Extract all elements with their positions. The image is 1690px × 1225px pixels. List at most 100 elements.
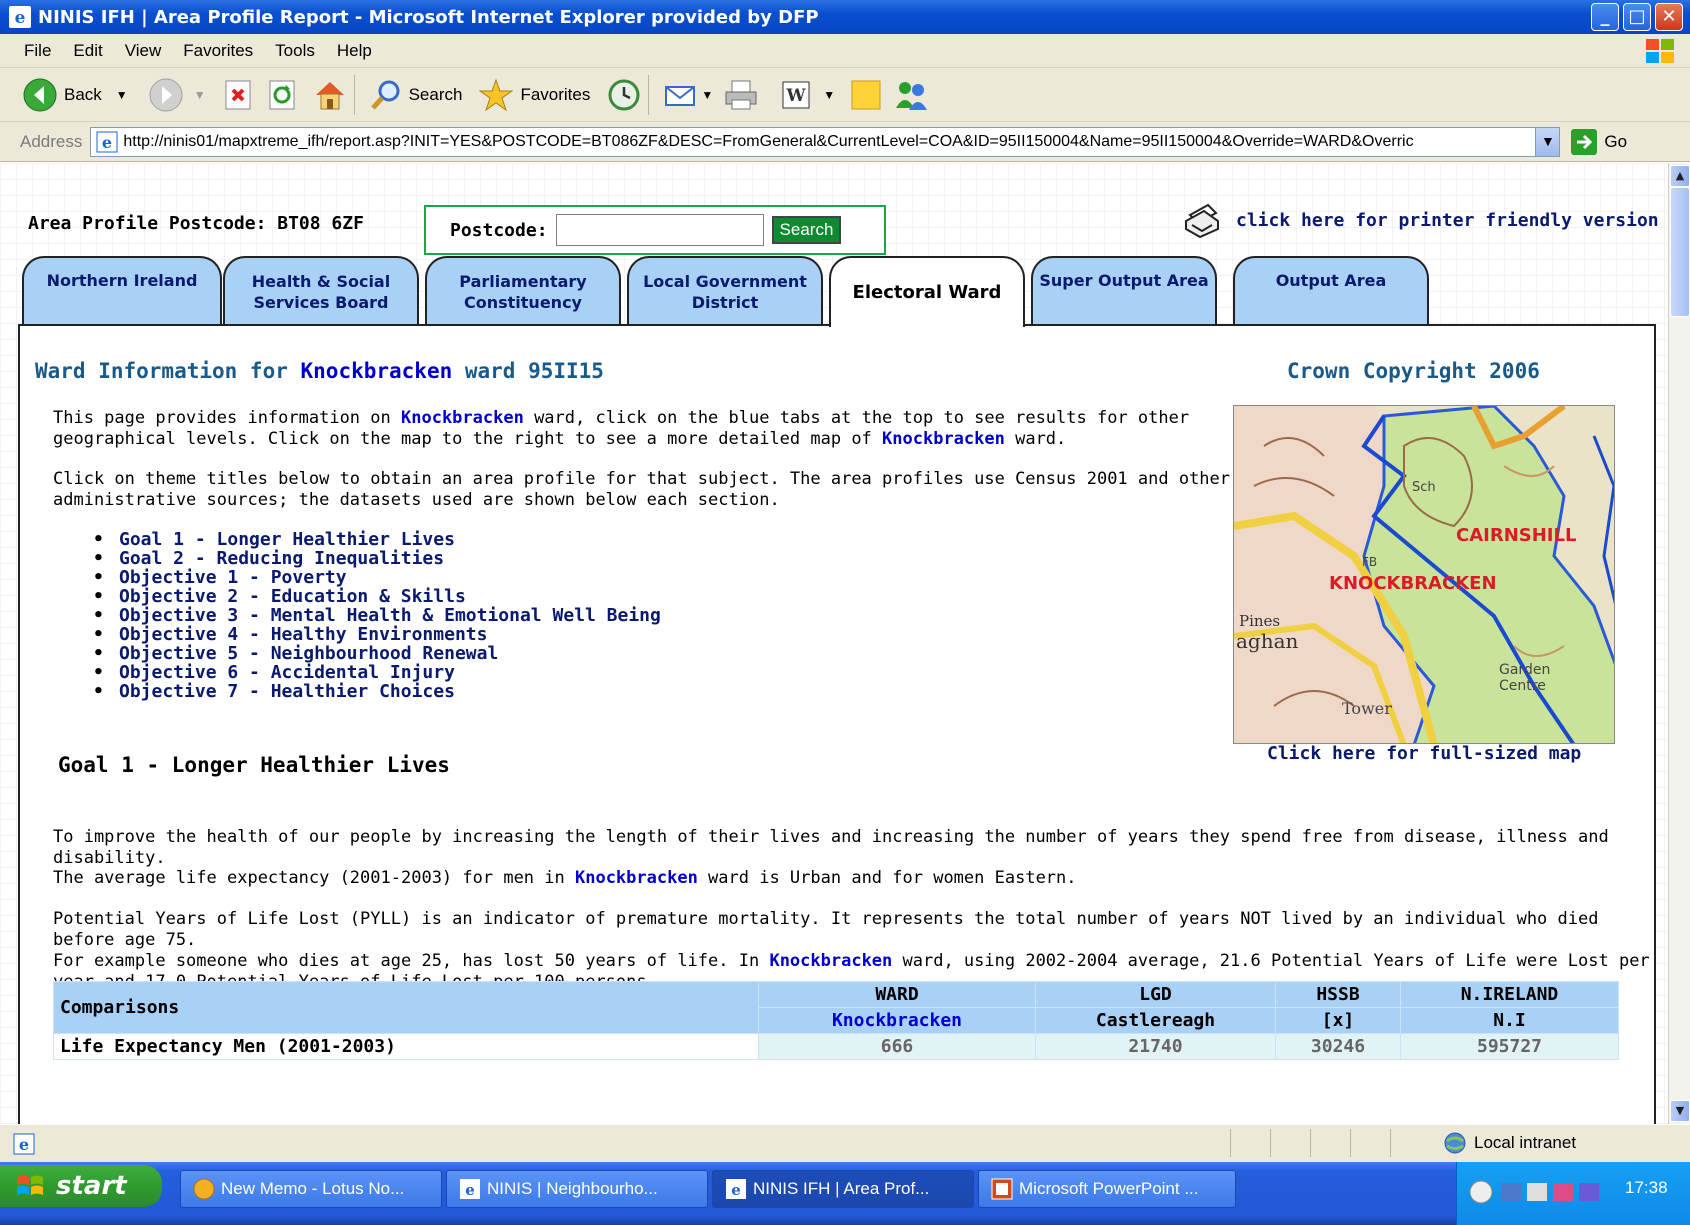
display-icon xyxy=(1527,1183,1547,1201)
close-button[interactable]: ✕ xyxy=(1655,3,1683,31)
theme-link-goal-2[interactable]: Goal 2 - Reducing Inequalities xyxy=(93,549,661,568)
ward-name-highlight: Knockbracken xyxy=(574,868,698,888)
tab-health-social-services-board[interactable]: Health & Social Services Board xyxy=(223,256,419,325)
taskbar: start New Memo - Lotus No... e NINIS | N… xyxy=(0,1162,1690,1225)
svg-text:e: e xyxy=(731,1181,741,1199)
tab-parliamentary-constituency[interactable]: Parliamentary Constituency xyxy=(425,256,621,325)
go-arrow-icon xyxy=(1571,128,1598,155)
minimize-button[interactable]: _ xyxy=(1591,3,1619,31)
start-button[interactable]: start xyxy=(0,1165,162,1207)
comparisons-header: Comparisons xyxy=(53,981,759,1034)
scroll-up-arrow-icon[interactable]: ▲ xyxy=(1670,165,1690,187)
printer-icon xyxy=(725,80,757,109)
printer-icon xyxy=(1185,203,1219,239)
theme-link-objective-6[interactable]: Objective 6 - Accidental Injury xyxy=(93,663,661,682)
col-header-ward: WARD xyxy=(758,981,1036,1008)
tab-local-government-district[interactable]: Local Government District xyxy=(627,256,823,325)
taskbar-item-powerpoint[interactable]: Microsoft PowerPoint ... xyxy=(978,1170,1236,1208)
col-header-hssb: HSSB xyxy=(1275,981,1401,1008)
mail-dropdown-icon[interactable]: ▼ xyxy=(701,88,713,102)
internet-explorer-icon: e xyxy=(460,1179,480,1199)
theme-link-goal-1[interactable]: Goal 1 - Longer Healthier Lives xyxy=(93,530,661,549)
tab-label: Output Area xyxy=(1275,271,1387,290)
theme-link-objective-2[interactable]: Objective 2 - Education & Skills xyxy=(93,587,661,606)
col-header-lgd: LGD xyxy=(1035,981,1276,1008)
scroll-down-arrow-icon[interactable]: ▼ xyxy=(1670,1100,1690,1122)
lotus-notes-icon xyxy=(193,1178,215,1200)
ward-map-image: CAIRNSHILL KNOCKBRACKEN Pines aghan Gard… xyxy=(1234,406,1614,743)
go-button[interactable]: Go xyxy=(1570,128,1627,156)
postcode-input[interactable] xyxy=(555,214,764,246)
page-status-icon: e xyxy=(13,1133,35,1154)
back-button[interactable]: Back ▼ xyxy=(22,77,128,113)
edit-dropdown-icon[interactable]: ▼ xyxy=(823,88,835,102)
tab-label: Parliamentary xyxy=(459,271,587,291)
menu-help[interactable]: Help xyxy=(326,41,383,61)
stop-button[interactable] xyxy=(224,79,254,111)
taskbar-item-ninis-ifh[interactable]: e NINIS IFH | Area Prof... xyxy=(712,1170,974,1208)
status-cell xyxy=(1270,1129,1310,1157)
map-label-garden: Garden xyxy=(1499,662,1550,678)
forward-dropdown-icon[interactable]: ▼ xyxy=(194,88,206,102)
tab-electoral-ward[interactable]: Electoral Ward xyxy=(829,256,1025,327)
address-field[interactable]: e http://ninis01/mapxtreme_ifh/report.as… xyxy=(90,126,1561,157)
paint-icon xyxy=(1553,1183,1573,1201)
theme-link-objective-5[interactable]: Objective 5 - Neighbourhood Renewal xyxy=(93,644,661,663)
messenger-button[interactable] xyxy=(893,78,931,112)
pyll-text: Potential Years of Life Lost (PYLL) is a… xyxy=(53,909,1599,950)
menu-tools[interactable]: Tools xyxy=(264,41,326,61)
status-cell xyxy=(1390,1129,1430,1157)
postcode-search-button[interactable]: Search xyxy=(771,216,842,244)
theme-link-objective-4[interactable]: Objective 4 - Healthy Environments xyxy=(93,625,661,644)
tab-super-output-area[interactable]: Super Output Area xyxy=(1031,256,1217,325)
theme-link-objective-7[interactable]: Objective 7 - Healthier Choices xyxy=(93,682,661,701)
internet-explorer-icon: e xyxy=(726,1179,746,1199)
intranet-globe-icon xyxy=(1444,1132,1466,1154)
menu-file[interactable]: File xyxy=(0,41,62,61)
ward-map[interactable]: CAIRNSHILL KNOCKBRACKEN Pines aghan Gard… xyxy=(1233,405,1615,744)
home-button[interactable] xyxy=(312,78,348,112)
back-dropdown-icon[interactable]: ▼ xyxy=(116,88,128,102)
maximize-button[interactable]: □ xyxy=(1623,3,1651,31)
search-button[interactable]: Search xyxy=(369,78,462,112)
map-label-sch: Sch xyxy=(1412,480,1436,495)
taskbar-item-lotus-notes[interactable]: New Memo - Lotus No... xyxy=(180,1170,442,1208)
menu-view[interactable]: View xyxy=(114,41,173,61)
map-label-tower: Tower xyxy=(1342,699,1392,718)
address-dropdown-icon[interactable]: ▼ xyxy=(1535,127,1560,156)
tab-output-area[interactable]: Output Area xyxy=(1233,256,1429,325)
area-profile-postcode: Area Profile Postcode: BT08 6ZF xyxy=(28,213,364,234)
taskbar-item-ninis-neighbourhood[interactable]: e NINIS | Neighbourho... xyxy=(446,1170,708,1208)
col-subheader-lgd: Castlereagh xyxy=(1035,1007,1276,1034)
tab-label-line2: Services Board xyxy=(253,292,389,312)
favorites-button[interactable]: Favorites xyxy=(478,78,590,112)
scrollbar-thumb[interactable] xyxy=(1670,187,1690,317)
mail-button[interactable]: ▼ xyxy=(663,79,713,111)
svg-text:e: e xyxy=(15,8,26,28)
intro-text: geographical levels. Click on the map to… xyxy=(53,429,883,449)
refresh-button[interactable] xyxy=(268,79,298,111)
printer-friendly-text: click here for printer friendly version xyxy=(1236,209,1659,231)
tab-northern-ireland[interactable]: Northern Ireland xyxy=(22,256,222,325)
theme-link-objective-1[interactable]: Objective 1 - Poverty xyxy=(93,568,661,587)
discuss-button[interactable] xyxy=(849,78,883,112)
intro-paragraph-2: Click on theme titles below to obtain an… xyxy=(53,469,1230,511)
print-button[interactable] xyxy=(723,78,759,112)
history-button[interactable] xyxy=(606,78,642,112)
printer-friendly-link[interactable]: click here for printer friendly version xyxy=(1182,201,1659,239)
security-zone: Local intranet xyxy=(1442,1131,1576,1155)
theme-list: Goal 1 - Longer Healthier Lives Goal 2 -… xyxy=(93,530,661,701)
forward-button[interactable]: ▼ xyxy=(148,77,206,113)
theme-link-objective-3[interactable]: Objective 3 - Mental Health & Emotional … xyxy=(93,606,661,625)
edit-with-word-button[interactable]: W ▼ xyxy=(781,80,835,110)
status-cells xyxy=(1230,1129,1430,1157)
menu-edit[interactable]: Edit xyxy=(62,41,113,61)
tab-label: Electoral Ward xyxy=(852,282,1002,303)
task-label: Microsoft PowerPoint ... xyxy=(1019,1179,1199,1198)
system-clock: 17:38 xyxy=(1625,1178,1668,1197)
menu-favorites[interactable]: Favorites xyxy=(172,41,264,61)
ward-title-suffix: ward 95II15 xyxy=(452,359,604,383)
map-label-pines: Pines xyxy=(1239,612,1280,630)
full-map-link[interactable]: Click here for full-sized map xyxy=(1267,743,1581,764)
vertical-scrollbar[interactable]: ▲ ▼ xyxy=(1668,163,1690,1124)
